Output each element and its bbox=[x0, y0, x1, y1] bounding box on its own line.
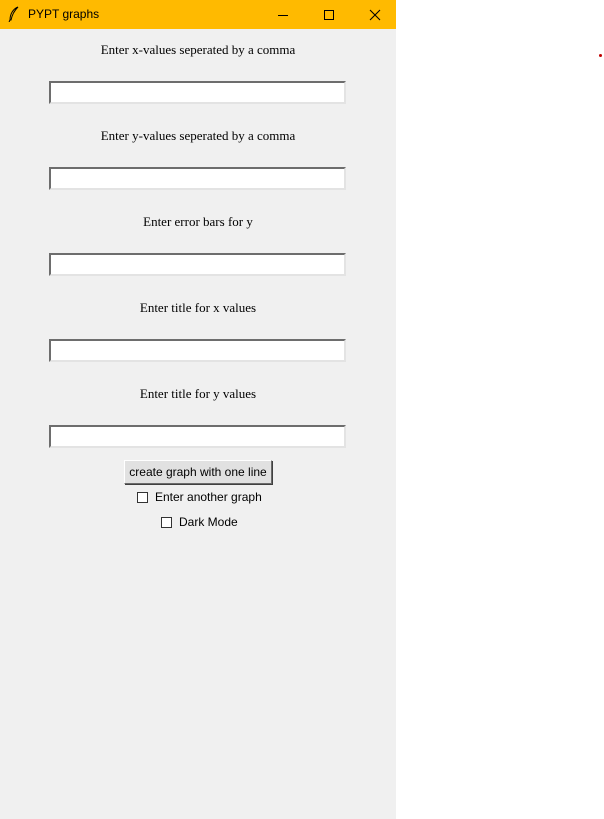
minimize-icon bbox=[277, 9, 289, 21]
maximize-button[interactable] bbox=[306, 0, 352, 29]
close-icon bbox=[369, 9, 381, 21]
error-bars-label: Enter error bars for y bbox=[143, 214, 253, 229]
close-button[interactable] bbox=[352, 0, 398, 29]
x-title-input[interactable] bbox=[49, 339, 346, 362]
x-title-label: Enter title for x values bbox=[139, 300, 257, 315]
window-title: PYPT graphs bbox=[28, 7, 100, 21]
another-graph-checkbox[interactable]: Enter another graph bbox=[137, 490, 262, 504]
y-title-label: Enter title for y values bbox=[139, 386, 257, 401]
another-graph-label: Enter another graph bbox=[155, 490, 262, 504]
red-dot bbox=[599, 54, 602, 57]
y-title-input[interactable] bbox=[49, 425, 346, 448]
x-values-label: Enter x-values seperated by a comma bbox=[100, 42, 296, 57]
create-graph-button[interactable]: create graph with one line bbox=[124, 460, 272, 484]
x-values-input[interactable] bbox=[49, 81, 346, 104]
maximize-icon bbox=[323, 9, 335, 21]
y-values-label: Enter y-values seperated by a comma bbox=[100, 128, 296, 143]
feather-icon bbox=[7, 6, 21, 23]
app-window: PYPT graphs Enter x-values seperated by … bbox=[0, 0, 396, 819]
dark-mode-checkbox[interactable]: Dark Mode bbox=[161, 515, 238, 529]
y-values-input[interactable] bbox=[49, 167, 346, 190]
checkbox-box[interactable] bbox=[137, 491, 148, 503]
error-bars-input[interactable] bbox=[49, 253, 346, 276]
dark-mode-label: Dark Mode bbox=[179, 515, 238, 529]
minimize-button[interactable] bbox=[260, 0, 306, 29]
checkbox-box[interactable] bbox=[161, 516, 172, 528]
title-bar[interactable]: PYPT graphs bbox=[0, 0, 396, 29]
